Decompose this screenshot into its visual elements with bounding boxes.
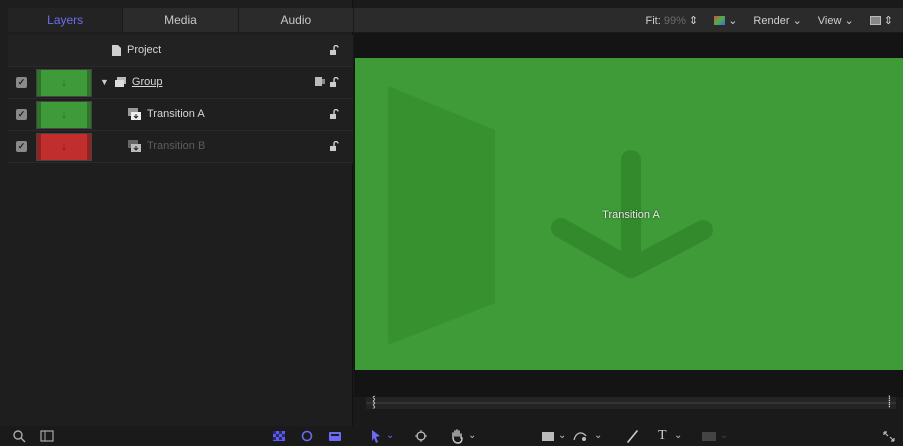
layout-menu[interactable]: ⇕ [869,14,893,27]
lock-icon[interactable] [329,77,339,87]
transform-icon[interactable] [414,428,428,444]
checkerboard-icon[interactable] [272,429,286,443]
layer-thumbnail: ↓ [36,101,92,129]
layer-name: Transition B [147,140,206,152]
view-menu[interactable]: View ⌄ [818,14,854,27]
paint-stroke-icon[interactable] [626,428,638,444]
layer-checkbox[interactable]: ✓ [16,141,27,152]
down-arrow-icon: ↓ [61,109,67,121]
group-icon [114,77,126,87]
layer-row-group[interactable]: ✓ ↓ ▼ Group [8,67,353,99]
tab-media[interactable]: Media [123,8,239,32]
chevron-down-icon[interactable]: ⌄ [386,428,394,444]
chevron-down-icon: ⌄ [720,430,729,441]
mask-tool-icon[interactable] [702,428,716,444]
layers-panel: Layers Media Audio Project ✓ ↓ ▼ Group ✓… [0,0,353,446]
layers-bottom-bar [0,426,353,446]
mask-icon[interactable] [300,429,314,443]
fit-value: 99% [663,14,686,27]
tools-bar: ⌄ ⌄ ⌄ ⌄ T ⌄ ⌄ [354,426,903,446]
layer-name: Transition A [147,108,205,120]
fit-menu[interactable]: Fit: 99% ⇕ [645,14,698,27]
render-menu[interactable]: Render ⌄ [753,14,801,27]
search-icon[interactable] [12,429,26,443]
chevron-down-icon[interactable]: ⌄ [594,428,602,444]
mini-timeline[interactable]: ⸾ ⸽ [366,395,896,409]
chevron-down-icon: ⌄ [792,14,802,27]
stepper-icon: ⇕ [688,14,699,27]
project-label: Project [127,44,162,56]
group-item: ▼ Group [100,76,163,88]
down-arrow-icon: ↓ [61,141,67,153]
out-point-icon[interactable]: ⸽ [888,395,894,409]
chevron-down-icon: ⌄ [844,14,854,27]
chevron-down-icon: ⌄ [728,14,738,27]
color-channels-icon [714,16,726,26]
view-label: View [817,14,842,27]
transition-a-item: Transition A [128,108,205,120]
canvas[interactable]: Transition A [355,58,903,370]
lock-icon[interactable] [329,109,339,119]
tab-layers[interactable]: Layers [8,8,124,32]
expand-icon[interactable] [882,428,896,444]
lock-icon[interactable] [329,141,339,151]
channels-menu[interactable]: ⌄ [714,14,737,27]
down-arrow-icon: ↓ [61,77,67,89]
transition-icon [128,108,141,120]
timeline-track [366,402,896,404]
group-behavior-icon [315,77,325,86]
canvas-text: Transition A [602,209,660,221]
panel-tabs: Layers Media Audio [8,8,353,32]
layer-thumbnail: ↓ [36,133,92,161]
project-row[interactable]: Project [8,35,353,67]
lock-icon[interactable] [329,45,339,55]
document-icon [112,44,121,56]
bezier-tool-icon[interactable] [572,428,590,444]
select-arrow-icon[interactable] [370,428,382,444]
stepper-icon: ⇕ [883,14,893,27]
in-point-icon[interactable]: ⸾ [372,395,379,409]
render-label: Render [753,14,790,27]
chevron-down-icon[interactable]: ⌄ [468,428,476,444]
layer-row-transition-a[interactable]: ✓ ↓ Transition A [8,99,353,131]
chevron-down-icon[interactable]: ⌄ [558,428,566,444]
layer-list: Project ✓ ↓ ▼ Group ✓ ↓ Transition A ✓ ↓… [8,35,353,163]
rectangle-tool-icon[interactable] [542,428,554,444]
project-item: Project [112,44,161,56]
disclosure-triangle-icon[interactable]: ▼ [100,77,109,87]
layer-checkbox[interactable]: ✓ [16,109,27,120]
new-layer-icon[interactable] [328,429,342,443]
panel-toggle-icon[interactable] [40,429,54,443]
tab-audio[interactable]: Audio [239,8,353,32]
transition-icon [128,140,141,152]
layout-icon [869,16,881,26]
layer-name: Group [131,76,163,88]
layer-thumbnail: ↓ [36,69,92,97]
chevron-down-icon[interactable]: ⌄ [674,428,682,444]
viewer-toolbar: Fit: 99% ⇕ ⌄ Render ⌄ View ⌄ ⇕ [354,8,903,32]
layer-row-transition-b[interactable]: ✓ ↓ Transition B [8,131,353,163]
fit-label: Fit: [645,14,661,27]
transition-b-item: Transition B [128,140,205,152]
hand-icon[interactable] [450,428,464,444]
text-tool-icon[interactable]: T [658,428,667,444]
layer-checkbox[interactable]: ✓ [16,77,27,88]
